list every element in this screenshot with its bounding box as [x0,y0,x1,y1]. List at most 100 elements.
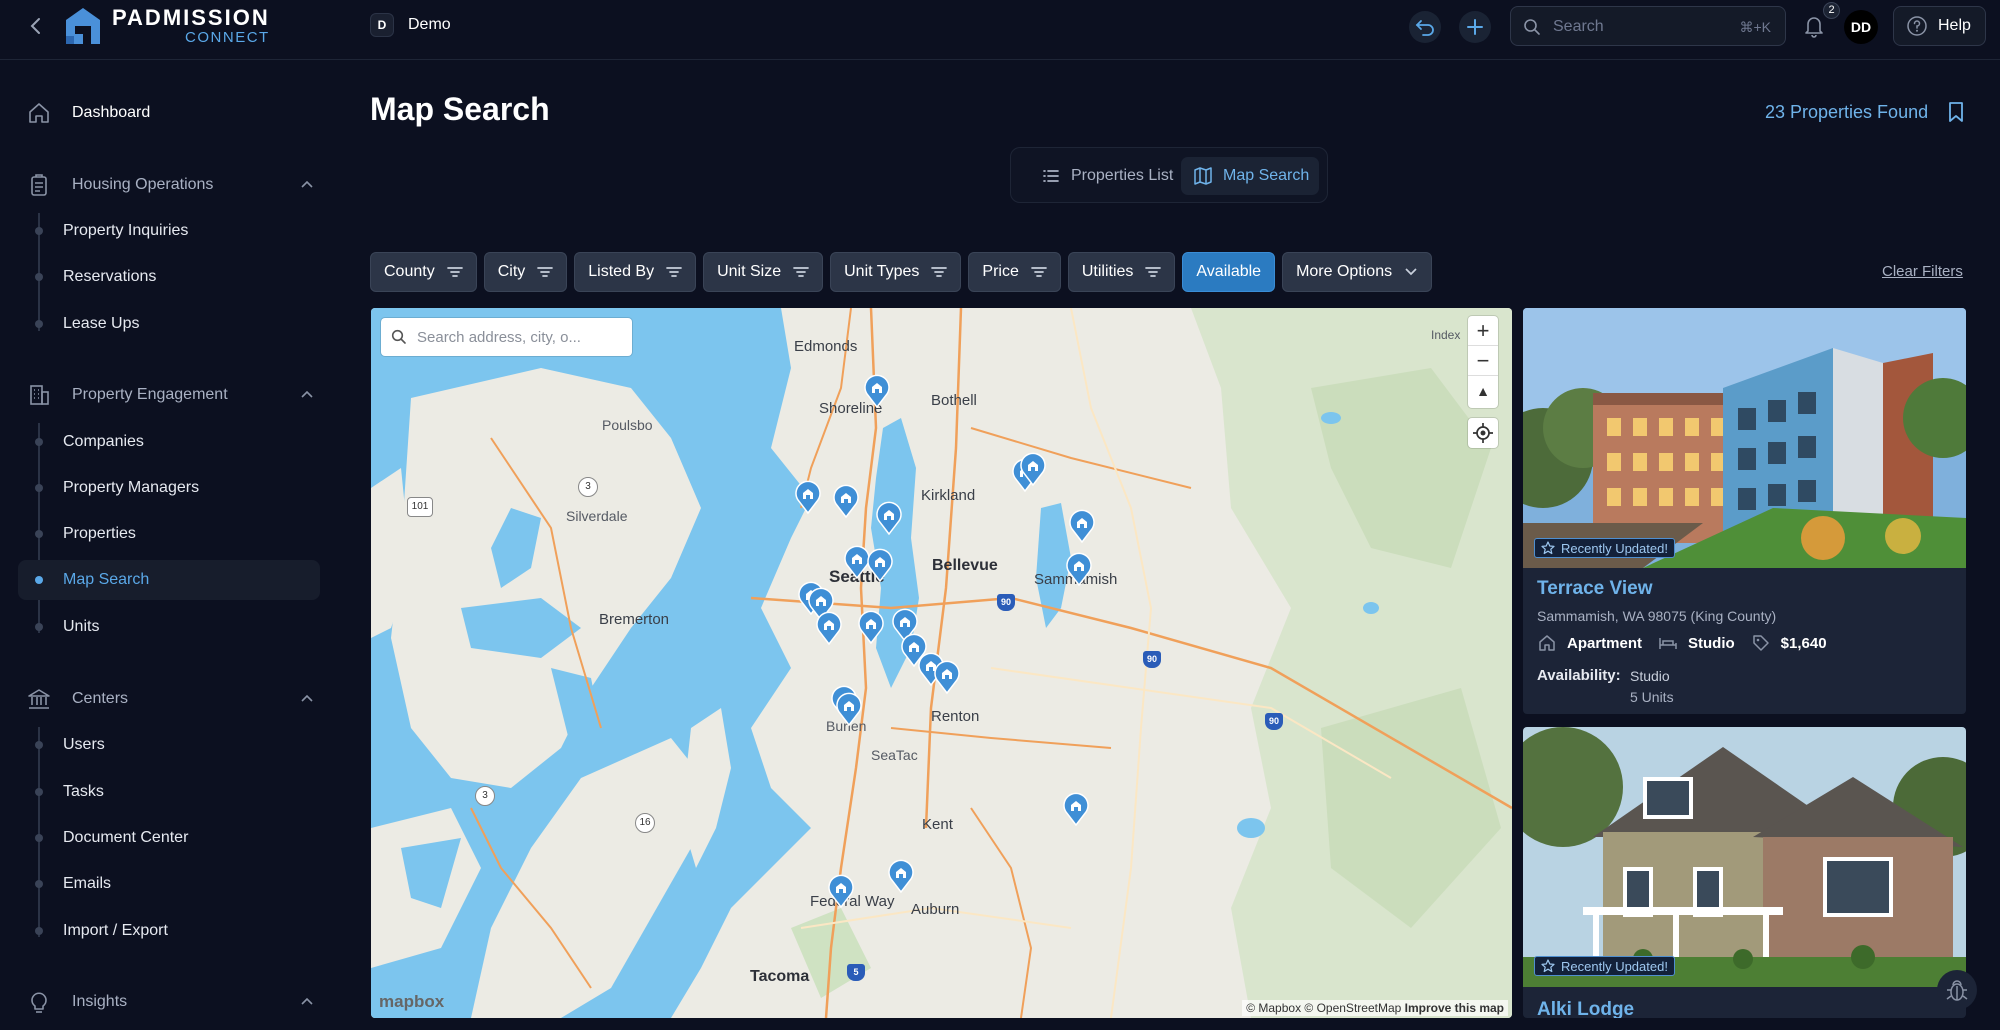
property-name[interactable]: Terrace View [1537,578,1652,600]
map-view[interactable]: Search address, city, o... + − ▲ Edmonds… [371,308,1512,1018]
filter-icon [931,267,948,277]
filter-utilities[interactable]: Utilities [1067,252,1176,292]
property-card[interactable]: Recently Updated! Terrace View Sammamish… [1523,308,1966,714]
sidebar-item-property-managers[interactable]: Property Managers [18,468,320,508]
global-search-input[interactable]: Search ⌘+K [1510,6,1786,46]
sidebar-item-lease-ups[interactable]: Lease Ups [18,304,320,344]
filter-unit-types[interactable]: Unit Types [830,252,962,292]
property-card[interactable]: Recently Updated! Alki Lodge [1523,727,1966,1018]
sidebar-section-housing-operations[interactable]: Housing Operations [18,165,320,205]
property-pin[interactable] [1063,792,1089,826]
geolocate-button[interactable] [1468,418,1498,448]
sidebar-section-centers[interactable]: Centers [18,679,320,719]
help-icon [1907,16,1927,36]
help-button[interactable]: Help [1893,6,1986,46]
sidebar-section-insights[interactable]: Insights [18,982,320,1022]
tab-label: Properties List [1071,167,1174,184]
place-label: Renton [931,708,980,725]
map-search-input[interactable]: Search address, city, o... [381,318,632,356]
search-shortcut: ⌘+K [1739,19,1771,35]
add-button[interactable] [1459,11,1491,43]
org-name: Demo [408,16,451,33]
property-pin[interactable] [1066,552,1092,586]
zoom-in-button[interactable]: + [1468,316,1498,346]
home-icon [29,103,49,123]
property-pin[interactable] [1069,509,1095,543]
notifications-button[interactable] [1800,12,1828,40]
sidebar-item-label: Property Managers [63,479,200,496]
undo-button[interactable] [1409,11,1441,43]
sidebar-item-label: Dashboard [72,104,151,121]
sidebar-item-label: Tasks [63,783,104,800]
bookmark-icon[interactable] [1948,101,1964,123]
sidebar-item-dashboard[interactable]: Dashboard [18,93,150,133]
property-name[interactable]: Alki Lodge [1537,999,1634,1018]
more-options-dropdown[interactable]: More Options [1282,252,1433,292]
place-label: Kirkland [921,487,976,504]
back-button[interactable] [22,12,50,40]
place-label: Silverdale [566,508,628,524]
property-pin[interactable] [816,611,842,645]
home-icon [1539,635,1555,651]
recently-updated-badge: Recently Updated! [1534,956,1675,976]
sidebar-item-reservations[interactable]: Reservations [18,257,320,297]
sidebar-item-label: Emails [63,875,112,892]
tab-properties-list[interactable]: Properties List [1029,157,1179,195]
property-pin[interactable] [888,859,914,893]
org-switcher[interactable]: D Demo [370,13,451,37]
sidebar-item-tasks[interactable]: Tasks [18,772,320,812]
sidebar-section-label: Property Engagement [72,386,228,403]
bank-icon [28,689,50,709]
sidebar-section-property-engagement[interactable]: Property Engagement [18,375,320,415]
property-pin[interactable] [836,692,862,726]
highway-shield: 5 [847,964,865,981]
property-pin[interactable] [828,874,854,908]
chevron-up-icon [301,390,313,398]
filter-label: Unit Types [844,263,920,280]
availability-label: Availability: [1537,667,1621,684]
availability-unit-type: Studio [1630,668,1670,684]
sidebar-item-import-export[interactable]: Import / Export [18,911,320,951]
filter-city[interactable]: City [483,252,568,292]
properties-found-count: 23 Properties Found [1765,102,1929,122]
star-icon [1541,541,1555,555]
filter-price[interactable]: Price [968,252,1061,292]
sidebar-item-properties[interactable]: Properties [18,514,320,554]
place-label: Kent [922,816,953,833]
property-pin[interactable] [864,374,890,408]
chevron-left-icon [30,18,40,34]
sidebar-item-companies[interactable]: Companies [18,422,320,462]
sidebar-item-label: Import / Export [63,922,168,939]
highway-shield: 3 [475,786,495,806]
property-pin[interactable] [934,660,960,694]
filter-unit-size[interactable]: Unit Size [703,252,824,292]
filter-county[interactable]: County [370,252,477,292]
zoom-out-button[interactable]: − [1468,346,1498,376]
tab-map-search[interactable]: Map Search [1181,157,1319,195]
app-logo[interactable]: PADMISSION CONNECT [64,6,270,46]
sidebar-item-units[interactable]: Units [18,607,320,647]
property-pin[interactable] [1020,452,1046,486]
map-attribution: © Mapbox © OpenStreetMap Improve this ma… [1242,1000,1508,1016]
sidebar-item-map-search[interactable]: Map Search [18,560,320,600]
user-avatar[interactable]: DD [1844,10,1878,44]
sidebar-section-label: Centers [72,690,129,707]
property-pin[interactable] [858,610,884,644]
property-pin[interactable] [795,480,821,514]
sidebar-item-document-center[interactable]: Document Center [18,818,320,858]
badge-label: Recently Updated! [1561,540,1668,556]
sidebar-item-property-inquiries[interactable]: Property Inquiries [18,211,320,251]
clear-filters-link[interactable]: Clear Filters [1882,263,1963,280]
filter-listed-by[interactable]: Listed By [574,252,697,292]
highway-shield: 3 [578,477,598,497]
report-bug-button[interactable] [1937,970,1977,1010]
property-pin[interactable] [867,548,893,582]
place-label: Bothell [931,392,977,409]
sidebar-item-emails[interactable]: Emails [18,864,320,904]
improve-map-link[interactable]: Improve this map [1405,1001,1504,1015]
property-pin[interactable] [833,484,859,518]
compass-button[interactable]: ▲ [1468,376,1498,406]
filter-available[interactable]: Available [1182,252,1276,292]
property-pin[interactable] [876,501,902,535]
sidebar-item-users[interactable]: Users [18,725,320,765]
